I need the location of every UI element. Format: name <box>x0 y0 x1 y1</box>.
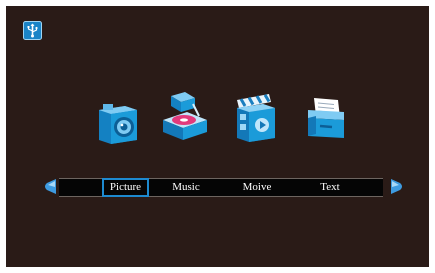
menu-item-picture[interactable]: Picture <box>102 178 149 197</box>
media-menu-bar: Picture Music Moive Text <box>59 178 383 197</box>
music-player-icon[interactable] <box>159 90 211 146</box>
menu-item-movie[interactable]: Moive <box>234 179 280 196</box>
usb-drive-icon <box>23 21 42 40</box>
arrow-left-icon[interactable] <box>43 178 57 195</box>
camera-icon[interactable] <box>95 96 141 146</box>
clapperboard-icon[interactable] <box>231 92 279 146</box>
media-player-screen: Picture Music Moive Text <box>6 6 429 267</box>
document-tray-icon[interactable] <box>302 94 350 146</box>
media-icon-row <box>6 90 429 150</box>
arrow-right-icon[interactable] <box>390 178 404 195</box>
menu-item-music[interactable]: Music <box>163 179 209 196</box>
menu-item-text[interactable]: Text <box>307 179 353 196</box>
